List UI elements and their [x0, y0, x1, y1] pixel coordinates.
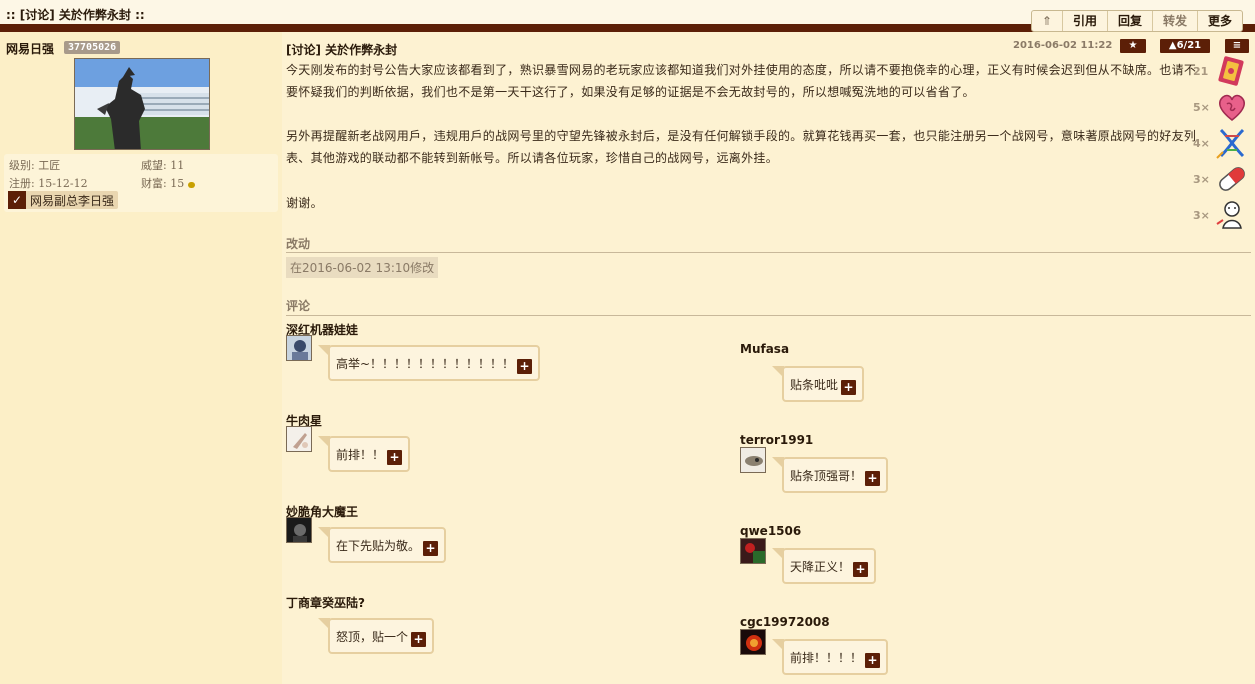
comment-text: 贴条顶强哥！: [790, 469, 863, 483]
author-avatar[interactable]: [74, 58, 210, 150]
reward-item[interactable]: 4×: [1191, 126, 1251, 160]
comment-bubble: 前排！！！！ +: [771, 639, 889, 675]
comments-section-label: 评论: [286, 299, 311, 313]
author-prestige: 威望: 11: [141, 159, 185, 172]
add-reply-button[interactable]: +: [853, 562, 869, 577]
add-reply-button[interactable]: +: [841, 380, 857, 395]
character-reward-icon: [1216, 201, 1242, 229]
comment-username[interactable]: Mufasa: [740, 342, 789, 356]
reward-count: 3×: [1193, 209, 1210, 222]
comment-text: 前排！！: [336, 448, 385, 462]
add-reply-button[interactable]: +: [865, 653, 881, 668]
add-reply-button[interactable]: +: [387, 450, 403, 465]
comment-text: 高举~！！！！！！！！！！！！: [336, 357, 515, 371]
comment-text: 贴条吡吡: [790, 378, 839, 392]
post-paragraph: 谢谢。: [286, 196, 323, 210]
star-button[interactable]: ★: [1120, 39, 1146, 53]
edit-section-label: 改动: [286, 237, 311, 251]
author-wealth: 财富: 15: [141, 175, 195, 191]
post-menu-button[interactable]: ≡: [1225, 39, 1249, 53]
comment-bubble: 高举~！！！！！！！！！！！！ +: [317, 345, 541, 381]
edit-note: 在2016-06-02 13:10修改: [286, 257, 439, 278]
card-reward-icon: [1218, 56, 1244, 86]
edit-section-divider: [286, 252, 1251, 253]
comment-username[interactable]: cgc19972008: [740, 615, 830, 629]
comment-bubble: 天降正义！ +: [771, 548, 877, 584]
forward-button[interactable]: 转发: [1153, 11, 1198, 31]
reward-count: 21: [1193, 65, 1209, 78]
reward-count: 3×: [1193, 173, 1210, 186]
comments-section-divider: [286, 315, 1251, 316]
reply-button[interactable]: 回复: [1108, 11, 1153, 31]
vote-button[interactable]: ▲6/21: [1160, 39, 1210, 53]
comment-avatar[interactable]: [286, 335, 312, 361]
add-reply-button[interactable]: +: [517, 359, 533, 374]
author-registered: 注册: 15-12-12: [9, 177, 88, 190]
reward-item[interactable]: 3×: [1191, 198, 1251, 232]
add-reply-button[interactable]: +: [411, 632, 427, 647]
comment-username[interactable]: qwe1506: [740, 524, 801, 538]
author-name[interactable]: 网易日强: [6, 40, 54, 57]
comment-bubble: 贴条顶强哥！ +: [771, 457, 889, 493]
comment-avatar[interactable]: [286, 426, 312, 452]
reward-item[interactable]: 5×: [1191, 90, 1251, 124]
comment-text: 在下先贴为敬。: [336, 539, 421, 553]
comment-username[interactable]: 丁商章癸巫陆?: [286, 594, 365, 611]
author-level: 级别: 工匠: [9, 159, 61, 172]
post-paragraph: 今天刚发布的封号公告大家应该都看到了，熟识暴雪网易的老玩家应该都知道我们对外挂使…: [286, 63, 1197, 99]
author-column: 网易日强 37705026 级别: 工匠 威望: 11 注册: 15-12-12…: [0, 32, 282, 684]
post-date: 2016-06-02 11:22: [1013, 40, 1113, 51]
author-wealth-text: 财富: 15: [141, 177, 185, 190]
check-icon: ✓: [8, 191, 26, 209]
post-title: [讨论] 关於作弊永封: [286, 43, 398, 57]
comment-avatar[interactable]: [740, 538, 766, 564]
comment-bubble: 前排！！ +: [317, 436, 411, 472]
author-uid[interactable]: 37705026: [64, 41, 121, 54]
comment-bubble: 在下先贴为敬。 +: [317, 527, 447, 563]
add-reply-button[interactable]: +: [423, 541, 439, 556]
comment-text: 怒顶，贴一个: [336, 630, 409, 644]
more-button[interactable]: 更多: [1198, 11, 1242, 31]
comment-avatar[interactable]: [286, 517, 312, 543]
comment-username[interactable]: terror1991: [740, 433, 813, 447]
coin-icon: [187, 182, 195, 188]
pill-reward-icon: [1219, 167, 1245, 191]
dna-reward-icon: [1216, 128, 1245, 159]
comment-avatar[interactable]: [740, 629, 766, 655]
reward-item[interactable]: 3×: [1191, 162, 1251, 196]
scroll-top-button[interactable]: ⇑: [1032, 11, 1063, 31]
comment-bubble: 贴条吡吡 +: [771, 366, 865, 402]
author-badge-title: 网易副总李日强: [30, 193, 115, 208]
comment-bubble: 怒顶，贴一个 +: [317, 618, 435, 654]
post-actions-bar: ⇑ 引用 回复 转发 更多: [1030, 10, 1243, 32]
add-reply-button[interactable]: +: [865, 471, 881, 486]
comment-text: 天降正义！: [790, 560, 851, 574]
reward-item[interactable]: 21: [1191, 54, 1251, 88]
quote-button[interactable]: 引用: [1063, 11, 1108, 31]
author-badge[interactable]: ✓ 网易副总李日强: [8, 191, 119, 209]
post-paragraph: 另外再提醒新老战网用戶，违规用戶的战网号里的守望先锋被永封后，是没有任何解锁手段…: [286, 129, 1197, 165]
post-column: [讨论] 关於作弊永封 2016-06-02 11:22 ★ ▲6/21 ≡ 今…: [282, 32, 1255, 684]
comment-text: 前排！！！！: [790, 651, 863, 665]
reward-count: 5×: [1193, 101, 1210, 114]
reward-count: 4×: [1193, 137, 1210, 150]
comment-avatar[interactable]: [740, 447, 766, 473]
heart-reward-icon: [1219, 94, 1245, 121]
